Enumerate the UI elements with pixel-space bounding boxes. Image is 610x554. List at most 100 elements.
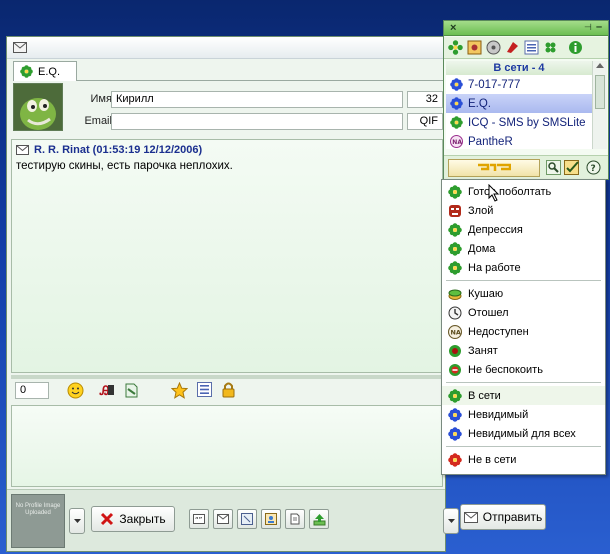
- contact-item[interactable]: NA PantheR: [446, 132, 592, 151]
- flower-green-icon[interactable]: [448, 40, 463, 55]
- tab-label: E.Q.: [38, 65, 61, 78]
- status-menu-item[interactable]: Не в сети: [442, 450, 605, 469]
- contact-list-toolbar: [444, 37, 608, 59]
- quote-button[interactable]: “”: [189, 509, 209, 529]
- contact-name: 7-017-777: [468, 78, 521, 91]
- svg-text:?: ?: [591, 164, 596, 174]
- help-icon[interactable]: ?: [586, 160, 601, 175]
- email-label: Email:: [84, 115, 115, 127]
- contact-list-titlebar[interactable]: × ⊣ –: [444, 21, 608, 36]
- my-avatar: No Profile Image Uploaded: [11, 494, 65, 548]
- contact-item-selected[interactable]: E.Q.: [446, 94, 592, 113]
- upload-icon: [313, 513, 326, 526]
- status-menu-item[interactable]: Депрессия: [442, 220, 605, 239]
- status-menu-item[interactable]: Отошел: [442, 303, 605, 322]
- status-menu-item[interactable]: Злой: [442, 201, 605, 220]
- envelope-icon: [13, 42, 27, 53]
- file-attach-icon[interactable]: [123, 382, 140, 399]
- tab-contact[interactable]: E.Q.: [13, 61, 77, 81]
- close-button[interactable]: Закрыть: [91, 506, 175, 532]
- send-button[interactable]: Отправить: [460, 504, 546, 530]
- status-menu-item-label: Готов поболтать: [468, 185, 552, 198]
- close-icon[interactable]: ×: [450, 22, 456, 34]
- contact-item[interactable]: 7-017-777: [446, 75, 592, 94]
- email-field[interactable]: [111, 113, 403, 130]
- menu-separator: [446, 446, 601, 447]
- red-x-icon: [100, 512, 114, 526]
- status-menu-item[interactable]: Занят: [442, 341, 605, 360]
- list-icon[interactable]: [524, 40, 539, 55]
- menu-dropdown-button[interactable]: [69, 508, 85, 534]
- options-icon[interactable]: [467, 40, 482, 55]
- flower-blue-icon: [450, 97, 463, 110]
- contact-avatar: [13, 83, 63, 131]
- scroll-up-icon[interactable]: [596, 63, 604, 68]
- smiley-icon[interactable]: [67, 382, 84, 399]
- message-options-button[interactable]: [213, 509, 233, 529]
- status-menu-item-label: В сети: [468, 389, 501, 402]
- info-icon[interactable]: [568, 40, 583, 55]
- message-header: R. R. Rinat (01:53:19 12/12/2006): [34, 144, 203, 156]
- name-field[interactable]: Кирилл: [111, 91, 403, 108]
- envelope-icon: [16, 145, 29, 155]
- user-info-button[interactable]: [261, 509, 281, 529]
- star-icon[interactable]: [171, 382, 188, 399]
- chat-titlebar[interactable]: [7, 37, 445, 59]
- close-button-label: Закрыть: [119, 512, 166, 526]
- name-label: Имя:: [90, 93, 115, 105]
- scroll-thumb[interactable]: [595, 75, 605, 109]
- minimize-icon[interactable]: –: [596, 21, 602, 33]
- group-header[interactable]: В сети - 4: [446, 61, 592, 75]
- flower-green-icon: [450, 116, 463, 129]
- status-button[interactable]: [448, 159, 540, 177]
- status-menu-item[interactable]: В сети: [442, 386, 605, 405]
- user-info-icon: [265, 513, 277, 525]
- status-menu-item[interactable]: На работе: [442, 258, 605, 277]
- history-icon[interactable]: [486, 40, 501, 55]
- contact-list-window: × ⊣ – В сети - 4 7-017-777 E.Q. ICQ - SM…: [443, 20, 609, 180]
- contact-list: В сети - 4 7-017-777 E.Q. ICQ - SMS by S…: [446, 61, 592, 149]
- qip-logo-icon: [477, 163, 511, 173]
- uin-field[interactable]: 32: [407, 91, 443, 108]
- message-header-row: R. R. Rinat (01:53:19 12/12/2006): [16, 144, 202, 156]
- flower-blue-icon: [448, 426, 462, 441]
- svg-text:“”: “”: [195, 516, 202, 524]
- send-file-button[interactable]: [309, 509, 329, 529]
- message-history[interactable]: R. R. Rinat (01:53:19 12/12/2006) тестир…: [11, 139, 443, 373]
- client-field[interactable]: QIF: [407, 113, 443, 130]
- contact-item[interactable]: ICQ - SMS by SMSLite: [446, 113, 592, 132]
- status-menu-item[interactable]: Дома: [442, 239, 605, 258]
- flower-blue-icon: [448, 407, 462, 422]
- flower-green-icon: [20, 65, 33, 78]
- contact-info-panel: Имя: Кирилл 32 Email: QIF: [11, 83, 443, 131]
- history-button[interactable]: [237, 509, 257, 529]
- dnd-icon: [448, 363, 462, 377]
- check-icon[interactable]: [564, 160, 580, 175]
- char-counter: 0: [15, 382, 49, 399]
- status-menu-item-label: Депрессия: [468, 223, 523, 236]
- status-menu-item[interactable]: Готов поболтать: [442, 182, 605, 201]
- send-dropdown-button[interactable]: [443, 508, 459, 534]
- avatar-placeholder-text: No Profile Image Uploaded: [15, 503, 61, 516]
- status-menu-item[interactable]: NA Недоступен: [442, 322, 605, 341]
- status-menu-item[interactable]: Невидимый для всех: [442, 424, 605, 443]
- search-icon[interactable]: [546, 160, 561, 175]
- font-style-icon[interactable]: Ꭿ: [99, 382, 116, 399]
- status-menu-item[interactable]: Не беспокоить: [442, 360, 605, 379]
- chat-window: E.Q. Имя: Кирилл 32 Email: QIF R. R. Rin…: [6, 36, 459, 552]
- message-input[interactable]: [11, 405, 443, 487]
- list-icon[interactable]: [197, 382, 212, 397]
- lock-icon[interactable]: [221, 381, 236, 398]
- pin-icon[interactable]: ⊣: [584, 22, 592, 33]
- message-text: тестирую скины, есть парочка неплохих.: [16, 160, 233, 172]
- bottom-bar: No Profile Image Uploaded Закрыть “”: [7, 489, 459, 551]
- status-menu-item[interactable]: Невидимый: [442, 405, 605, 424]
- translit-button[interactable]: [285, 509, 305, 529]
- status-menu-item[interactable]: Кушаю: [442, 284, 605, 303]
- groups-icon[interactable]: [543, 40, 558, 55]
- contact-list-scrollbar[interactable]: [592, 61, 607, 149]
- sounds-icon[interactable]: [505, 40, 520, 55]
- status-menu-item-label: Отошел: [468, 306, 509, 319]
- flower-green-icon: [448, 388, 462, 403]
- envelope-icon: [463, 511, 478, 523]
